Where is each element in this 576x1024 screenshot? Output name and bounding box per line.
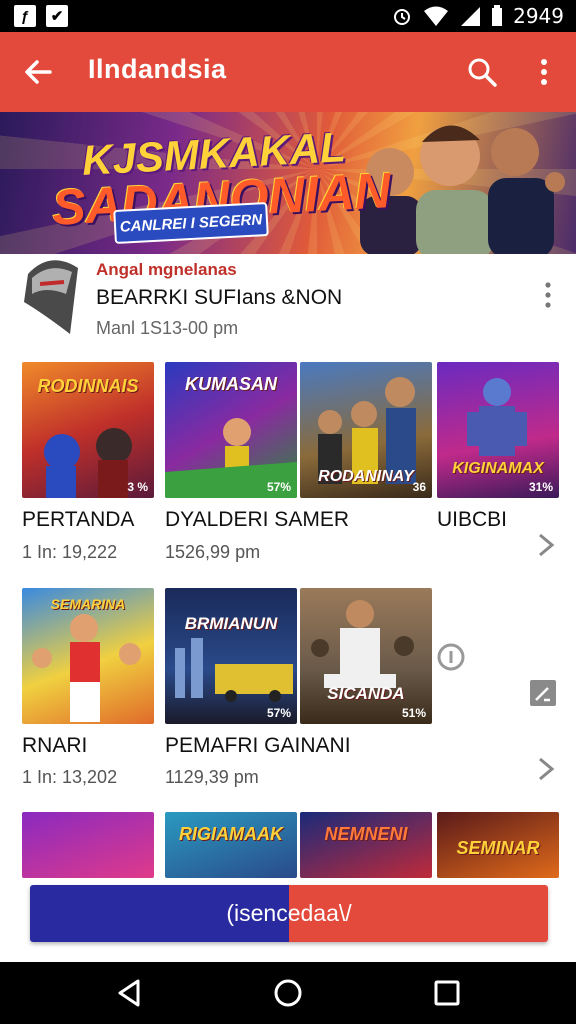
search-icon[interactable]	[464, 54, 500, 90]
featured-category: Angal mgnelanas	[96, 260, 237, 279]
item-label[interactable]: PERTANDA	[22, 508, 134, 532]
tile-percent: 31%	[528, 480, 553, 494]
tile-title: KUMASAN	[185, 374, 277, 394]
overflow-menu-icon[interactable]	[530, 54, 558, 90]
chevron-right-icon[interactable]	[534, 754, 558, 784]
system-nav-bar	[0, 962, 576, 1024]
tile-title: SEMINAR	[456, 838, 540, 858]
wifi-icon	[424, 6, 449, 26]
game-tile[interactable]: KIGINAMAX 31%	[437, 362, 559, 498]
alarm-icon	[394, 9, 411, 25]
primary-action-button[interactable]: (isencedaa\/	[30, 885, 548, 942]
tile-percent: 57%	[266, 480, 291, 494]
tile-title: RODINNAIS	[37, 376, 139, 396]
home-icon[interactable]	[271, 976, 305, 1010]
tile-percent: 51%	[401, 706, 426, 720]
tile-title: SEMARINA	[50, 596, 126, 612]
back-arrow-icon[interactable]	[20, 54, 56, 90]
game-tile[interactable]	[22, 812, 154, 878]
info-icon[interactable]	[436, 642, 466, 672]
game-tile[interactable]: BRMIANUN 57%	[165, 588, 297, 724]
game-tile[interactable]: RODANINAY 36	[300, 362, 432, 498]
featured-title[interactable]: BEARRKI SUFIans &NON	[96, 286, 342, 310]
game-tile[interactable]: SEMARINA	[22, 588, 154, 724]
battery-icon	[492, 5, 503, 26]
game-tile[interactable]: RIGIAMAAK	[165, 812, 297, 878]
back-icon[interactable]	[112, 976, 146, 1010]
tile-percent: 36	[412, 480, 426, 494]
signal-icon	[461, 7, 481, 26]
edit-icon[interactable]	[528, 678, 558, 708]
notification-icon: ƒ	[14, 5, 36, 27]
tile-title: KIGINAMAX	[452, 460, 544, 477]
item-label[interactable]: UIBCBI	[437, 508, 507, 532]
item-label[interactable]: RNARI	[22, 734, 87, 758]
notification-icon: ✔	[46, 5, 68, 27]
promo-banner[interactable]: KJSMKAKAL SADANONIAN CANLREI I SEGERN	[0, 112, 576, 254]
tile-title: BRMIANUN	[184, 614, 278, 633]
tile-title: NEMNENI	[324, 824, 408, 844]
featured-time: Manl 1S13-00 pm	[96, 318, 239, 338]
item-meta: 1 In: 13,202	[22, 767, 118, 787]
game-tile[interactable]: RODINNAIS 3 %	[22, 362, 154, 498]
recents-icon[interactable]	[430, 976, 464, 1010]
item-menu-icon[interactable]	[540, 280, 556, 310]
tile-percent: 3 %	[127, 480, 148, 494]
item-meta: 1526,99 pm	[165, 542, 261, 562]
item-meta: 1129,39 pm	[165, 767, 259, 787]
game-tile[interactable]: SEMINAR	[437, 812, 559, 878]
helmet-icon	[24, 260, 78, 334]
game-tile[interactable]: KUMASAN 57%	[165, 362, 297, 498]
tile-title: SICANDA	[327, 684, 405, 703]
status-bar: ƒ ✔ 2949	[0, 0, 576, 32]
game-tile[interactable]: SICANDA 51%	[300, 588, 432, 724]
tile-title: RIGIAMAAK	[179, 824, 283, 844]
item-label[interactable]: DYALDERI SAMER	[165, 508, 349, 532]
item-meta: 1 In: 19,222	[22, 542, 118, 562]
page-title: Ilndandsia	[88, 54, 227, 84]
app-bar: Ilndandsia	[0, 32, 576, 112]
game-tile[interactable]: NEMNENI	[300, 812, 432, 878]
clock: 2949	[513, 4, 564, 28]
chevron-right-icon[interactable]	[534, 530, 558, 560]
tile-percent: 57%	[266, 706, 291, 720]
item-label[interactable]: PEMAFRI GAINANI	[165, 734, 351, 758]
